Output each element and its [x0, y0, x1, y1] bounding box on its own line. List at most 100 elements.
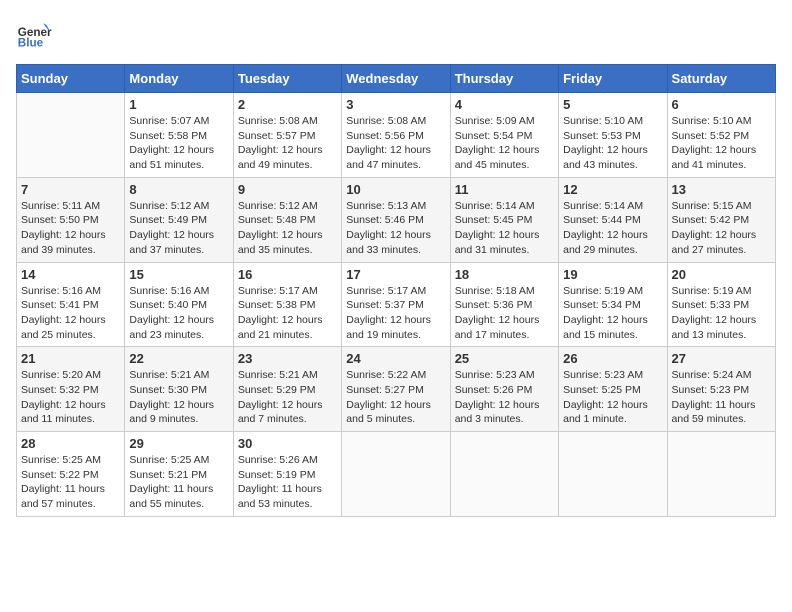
calendar-cell: 16 Sunrise: 5:17 AM Sunset: 5:38 PM Dayli…: [233, 262, 341, 347]
day-info: Sunrise: 5:26 AM Sunset: 5:19 PM Dayligh…: [238, 453, 337, 512]
calendar-week-1: 1 Sunrise: 5:07 AM Sunset: 5:58 PM Daylig…: [17, 93, 776, 178]
day-number: 29: [129, 436, 228, 451]
calendar-cell: 5 Sunrise: 5:10 AM Sunset: 5:53 PM Daylig…: [559, 93, 667, 178]
calendar-cell: 23 Sunrise: 5:21 AM Sunset: 5:29 PM Dayli…: [233, 347, 341, 432]
weekday-header-saturday: Saturday: [667, 65, 775, 93]
calendar-cell: 9 Sunrise: 5:12 AM Sunset: 5:48 PM Daylig…: [233, 177, 341, 262]
calendar-cell: 8Sunrise: 5:12 AM Sunset: 5:49 PM Daylig…: [125, 177, 233, 262]
calendar-cell: [450, 432, 558, 517]
weekday-header-sunday: Sunday: [17, 65, 125, 93]
day-info: Sunrise: 5:10 AM Sunset: 5:53 PM Dayligh…: [563, 114, 662, 173]
day-number: 23: [238, 351, 337, 366]
day-number: 3: [346, 97, 445, 112]
day-number: 22: [129, 351, 228, 366]
day-number: 2: [238, 97, 337, 112]
day-info: Sunrise: 5:08 AM Sunset: 5:57 PM Dayligh…: [238, 114, 337, 173]
weekday-header-friday: Friday: [559, 65, 667, 93]
calendar-cell: 27Sunrise: 5:24 AM Sunset: 5:23 PM Dayli…: [667, 347, 775, 432]
day-info: Sunrise: 5:09 AM Sunset: 5:54 PM Dayligh…: [455, 114, 554, 173]
calendar-cell: 15 Sunrise: 5:16 AM Sunset: 5:40 PM Dayli…: [125, 262, 233, 347]
weekday-header-thursday: Thursday: [450, 65, 558, 93]
day-number: 9: [238, 182, 337, 197]
day-info: Sunrise: 5:18 AM Sunset: 5:36 PM Dayligh…: [455, 284, 554, 343]
day-number: 28: [21, 436, 120, 451]
day-info: Sunrise: 5:23 AM Sunset: 5:25 PM Dayligh…: [563, 368, 662, 427]
day-info: Sunrise: 5:11 AM Sunset: 5:50 PM Dayligh…: [21, 199, 120, 258]
calendar-cell: 12Sunrise: 5:14 AM Sunset: 5:44 PM Dayli…: [559, 177, 667, 262]
day-number: 19: [563, 267, 662, 282]
weekday-header-monday: Monday: [125, 65, 233, 93]
calendar-cell: 3 Sunrise: 5:08 AM Sunset: 5:56 PM Daylig…: [342, 93, 450, 178]
calendar-cell: 14Sunrise: 5:16 AM Sunset: 5:41 PM Dayli…: [17, 262, 125, 347]
day-info: Sunrise: 5:13 AM Sunset: 5:46 PM Dayligh…: [346, 199, 445, 258]
day-info: Sunrise: 5:22 AM Sunset: 5:27 PM Dayligh…: [346, 368, 445, 427]
day-number: 1: [129, 97, 228, 112]
svg-text:Blue: Blue: [18, 37, 44, 50]
calendar-cell: 18Sunrise: 5:18 AM Sunset: 5:36 PM Dayli…: [450, 262, 558, 347]
calendar-cell: [559, 432, 667, 517]
day-number: 21: [21, 351, 120, 366]
calendar-cell: [667, 432, 775, 517]
day-number: 25: [455, 351, 554, 366]
calendar-cell: 30 Sunrise: 5:26 AM Sunset: 5:19 PM Dayli…: [233, 432, 341, 517]
day-info: Sunrise: 5:10 AM Sunset: 5:52 PM Dayligh…: [672, 114, 771, 173]
calendar-cell: 20Sunrise: 5:19 AM Sunset: 5:33 PM Dayli…: [667, 262, 775, 347]
day-info: Sunrise: 5:14 AM Sunset: 5:45 PM Dayligh…: [455, 199, 554, 258]
day-info: Sunrise: 5:07 AM Sunset: 5:58 PM Dayligh…: [129, 114, 228, 173]
day-number: 17: [346, 267, 445, 282]
header: General Blue: [16, 16, 776, 52]
day-number: 11: [455, 182, 554, 197]
day-number: 20: [672, 267, 771, 282]
day-info: Sunrise: 5:23 AM Sunset: 5:26 PM Dayligh…: [455, 368, 554, 427]
calendar-cell: 4 Sunrise: 5:09 AM Sunset: 5:54 PM Daylig…: [450, 93, 558, 178]
day-info: Sunrise: 5:20 AM Sunset: 5:32 PM Dayligh…: [21, 368, 120, 427]
day-number: 24: [346, 351, 445, 366]
day-number: 30: [238, 436, 337, 451]
day-number: 10: [346, 182, 445, 197]
day-number: 7: [21, 182, 120, 197]
calendar-cell: 6 Sunrise: 5:10 AM Sunset: 5:52 PM Daylig…: [667, 93, 775, 178]
day-info: Sunrise: 5:12 AM Sunset: 5:48 PM Dayligh…: [238, 199, 337, 258]
calendar-cell: 17 Sunrise: 5:17 AM Sunset: 5:37 PM Dayli…: [342, 262, 450, 347]
day-info: Sunrise: 5:21 AM Sunset: 5:30 PM Dayligh…: [129, 368, 228, 427]
day-number: 15: [129, 267, 228, 282]
day-info: Sunrise: 5:17 AM Sunset: 5:38 PM Dayligh…: [238, 284, 337, 343]
calendar-cell: [342, 432, 450, 517]
calendar-cell: 11 Sunrise: 5:14 AM Sunset: 5:45 PM Dayli…: [450, 177, 558, 262]
day-info: Sunrise: 5:24 AM Sunset: 5:23 PM Dayligh…: [672, 368, 771, 427]
day-number: 12: [563, 182, 662, 197]
calendar-week-4: 21 Sunrise: 5:20 AM Sunset: 5:32 PM Dayli…: [17, 347, 776, 432]
logo: General Blue: [16, 16, 52, 52]
calendar-cell: 26 Sunrise: 5:23 AM Sunset: 5:25 PM Dayli…: [559, 347, 667, 432]
day-info: Sunrise: 5:19 AM Sunset: 5:34 PM Dayligh…: [563, 284, 662, 343]
day-info: Sunrise: 5:08 AM Sunset: 5:56 PM Dayligh…: [346, 114, 445, 173]
calendar-week-3: 14Sunrise: 5:16 AM Sunset: 5:41 PM Dayli…: [17, 262, 776, 347]
calendar-cell: 21 Sunrise: 5:20 AM Sunset: 5:32 PM Dayli…: [17, 347, 125, 432]
day-number: 4: [455, 97, 554, 112]
day-info: Sunrise: 5:17 AM Sunset: 5:37 PM Dayligh…: [346, 284, 445, 343]
day-info: Sunrise: 5:21 AM Sunset: 5:29 PM Dayligh…: [238, 368, 337, 427]
logo-icon: General Blue: [16, 16, 52, 52]
calendar-cell: 22 Sunrise: 5:21 AM Sunset: 5:30 PM Dayli…: [125, 347, 233, 432]
calendar-cell: 1 Sunrise: 5:07 AM Sunset: 5:58 PM Daylig…: [125, 93, 233, 178]
calendar-table: SundayMondayTuesdayWednesdayThursdayFrid…: [16, 64, 776, 517]
calendar-cell: [17, 93, 125, 178]
day-number: 26: [563, 351, 662, 366]
weekday-header-tuesday: Tuesday: [233, 65, 341, 93]
day-info: Sunrise: 5:25 AM Sunset: 5:22 PM Dayligh…: [21, 453, 120, 512]
day-info: Sunrise: 5:16 AM Sunset: 5:40 PM Dayligh…: [129, 284, 228, 343]
day-info: Sunrise: 5:12 AM Sunset: 5:49 PM Dayligh…: [129, 199, 228, 258]
day-number: 13: [672, 182, 771, 197]
calendar-cell: 19 Sunrise: 5:19 AM Sunset: 5:34 PM Dayli…: [559, 262, 667, 347]
weekday-header-wednesday: Wednesday: [342, 65, 450, 93]
day-info: Sunrise: 5:16 AM Sunset: 5:41 PM Dayligh…: [21, 284, 120, 343]
calendar-week-2: 7 Sunrise: 5:11 AM Sunset: 5:50 PM Daylig…: [17, 177, 776, 262]
calendar-week-5: 28 Sunrise: 5:25 AM Sunset: 5:22 PM Dayli…: [17, 432, 776, 517]
day-number: 6: [672, 97, 771, 112]
calendar-cell: 13 Sunrise: 5:15 AM Sunset: 5:42 PM Dayli…: [667, 177, 775, 262]
calendar-cell: 28 Sunrise: 5:25 AM Sunset: 5:22 PM Dayli…: [17, 432, 125, 517]
calendar-cell: 2 Sunrise: 5:08 AM Sunset: 5:57 PM Daylig…: [233, 93, 341, 178]
day-info: Sunrise: 5:15 AM Sunset: 5:42 PM Dayligh…: [672, 199, 771, 258]
day-number: 16: [238, 267, 337, 282]
day-number: 5: [563, 97, 662, 112]
